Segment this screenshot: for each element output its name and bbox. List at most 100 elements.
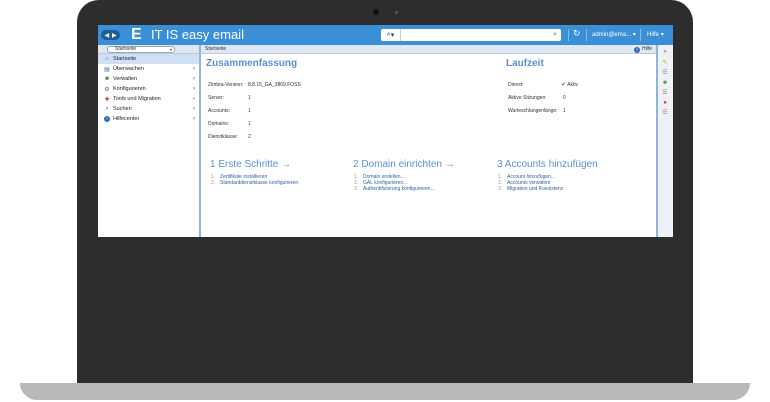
runtime-label: Dienst:: [508, 82, 524, 88]
breadcrumb-dropdown[interactable]: Startseite ▾: [107, 46, 175, 53]
step-3-list: 1. Account hinzufügen... 2. Accounts verwa…: [498, 174, 563, 192]
help-label: Hilfe: [641, 46, 652, 52]
gear-icon: ⚙: [104, 86, 110, 93]
tasks-icon[interactable]: ☰: [661, 69, 669, 77]
user-menu[interactable]: admin@ema... ▾: [592, 25, 636, 45]
chevron-right-icon: ›: [193, 106, 195, 112]
brand-name: IT IS easy email: [151, 27, 244, 42]
chevron-right-icon: ›: [193, 66, 195, 72]
check-icon: ✔: [561, 82, 567, 88]
step-1-title: 1 Erste Schritte →: [210, 159, 292, 170]
step-1-list: 1. Zertifikate installieren 2. Standarddie…: [211, 174, 298, 186]
search-type-dropdown[interactable]: ⌕ ▾: [381, 29, 401, 41]
user-name: admin@ema...: [592, 32, 632, 38]
main-content: Startseite ? Hilfe Zusammenfassung Zimbr…: [201, 45, 656, 237]
sidebar-item-ueberwachen[interactable]: ▤ Überwachen ›: [98, 64, 199, 74]
sidebar-item-tools[interactable]: ✚ Tools und Migration ›: [98, 94, 199, 104]
sidebar-header: Startseite ▾: [98, 45, 199, 54]
help-icon: ?: [103, 116, 111, 123]
alert-icon[interactable]: ●: [661, 99, 669, 107]
step-2-title: 2 Domain einrichten →: [353, 159, 455, 170]
sidebar-item-verwalten[interactable]: ☻ Verwalten ›: [98, 74, 199, 84]
logo-icon: E: [131, 26, 142, 43]
forward-icon[interactable]: ▶: [112, 32, 117, 39]
breadcrumb-label: Startseite: [115, 46, 137, 52]
chevron-down-icon: ▾: [390, 32, 395, 39]
sidebar-item-hilfecenter[interactable]: ? Hilfecenter ›: [98, 114, 199, 124]
camera-led-icon: [395, 11, 398, 14]
search-input[interactable]: [401, 30, 549, 40]
sidebar-item-startseite[interactable]: ⌂ Startseite: [98, 54, 199, 64]
notes-icon[interactable]: ✎: [661, 59, 669, 67]
summary-title: Zusammenfassung: [206, 58, 298, 69]
sidebar-item-label: Verwalten: [113, 76, 138, 82]
history-nav[interactable]: ◀ ▶: [101, 30, 120, 40]
chevron-down-icon: ▾: [169, 47, 172, 52]
right-toolbar: » ✎ ☰ ☻ ☰ ● ☰: [656, 45, 673, 237]
sidebar-item-konfigurieren[interactable]: ⚙ Konfigurieren ›: [98, 84, 199, 94]
summary-label: Server:: [208, 95, 225, 101]
summary-value: 1: [248, 95, 251, 101]
divider: [568, 29, 569, 41]
search-box: ⌕ ▾ ⌕: [381, 29, 561, 41]
summary-label: Zimbra-Version:: [208, 82, 244, 88]
camera-icon: [373, 9, 379, 15]
screen: ◀ ▶ E IT IS easy email ⌕ ▾ ⌕ ↻ admin@ema…: [98, 25, 673, 237]
monitor-icon: ▤: [104, 66, 110, 73]
refresh-icon[interactable]: ↻: [573, 28, 581, 39]
step-link[interactable]: Migration und Koexistenz: [507, 186, 563, 192]
chevron-down-icon: ▾: [632, 32, 636, 38]
search-icon: ⌕: [105, 105, 109, 112]
sidebar-item-label: Startseite: [113, 56, 137, 62]
list-item[interactable]: 2. Standarddienstklasse konfigurieren: [211, 180, 298, 186]
runtime-label: Warteschlangenlänge:: [508, 108, 558, 114]
summary-value: 1: [248, 108, 251, 114]
runtime-value: 1: [563, 108, 566, 114]
users-icon: ☻: [103, 76, 111, 82]
sidebar-item-label: Tools und Migration: [113, 96, 161, 102]
summary-value: 2: [248, 134, 251, 140]
top-bar: ◀ ▶ E IT IS easy email ⌕ ▾ ⌕ ↻ admin@ema…: [98, 25, 673, 45]
divider: [640, 29, 641, 41]
summary-label: Accounts:: [208, 108, 230, 114]
list-icon[interactable]: ☰: [661, 89, 669, 97]
list-item[interactable]: 3. Authentifizierung konfigurieren...: [354, 186, 435, 192]
service-status-text: Aktiv: [567, 82, 578, 88]
help-button[interactable]: ? Hilfe: [633, 45, 652, 54]
step-link[interactable]: Standarddienstklasse konfigurieren: [220, 180, 298, 186]
chevron-right-icon: ›: [193, 96, 195, 102]
help-circle-icon: ?: [104, 116, 110, 122]
chevron-down-icon: ▾: [660, 32, 664, 38]
help-icon: ?: [633, 46, 640, 53]
content-header: Startseite ? Hilfe: [201, 45, 656, 54]
breadcrumb: Startseite: [205, 46, 227, 52]
list-item[interactable]: 3. Migration und Koexistenz: [498, 186, 563, 192]
runtime-value: 0: [563, 95, 566, 101]
chevron-right-icon: ›: [193, 76, 195, 82]
search-icon[interactable]: ⌕: [549, 31, 561, 39]
help-menu[interactable]: Hilfe ▾: [647, 25, 664, 45]
step-2-list: 1. Domain erstellen... 2. GAL konfiguriere…: [354, 174, 435, 192]
chevron-right-icon: ›: [193, 116, 195, 122]
users-icon[interactable]: ☻: [661, 79, 669, 87]
summary-value: 1: [248, 121, 251, 127]
sidebar-item-suchen[interactable]: ⌕ Suchen ›: [98, 104, 199, 114]
summary-value: 8.8.15_GA_3869.FOSS: [248, 82, 301, 88]
sidebar-item-label: Konfigurieren: [113, 86, 146, 92]
divider: [586, 29, 587, 41]
runtime-label: Aktive Sitzungen:: [508, 95, 547, 101]
runtime-title: Laufzeit: [506, 58, 544, 69]
step-3-title: 3 Accounts hinzufügen: [497, 159, 598, 170]
step-link[interactable]: Authentifizierung konfigurieren...: [363, 186, 435, 192]
collapse-icon[interactable]: »: [661, 48, 669, 56]
home-icon: ⌂: [105, 56, 109, 62]
summary-label: Dienstklasse:: [208, 134, 238, 140]
summary-label: Domains:: [208, 121, 230, 127]
details-icon[interactable]: ☰: [661, 109, 669, 117]
sidebar: Startseite ▾ ⌂ Startseite ▤ Überwachen ›…: [98, 45, 201, 237]
sidebar-item-label: Suchen: [113, 106, 132, 112]
back-icon[interactable]: ◀: [104, 32, 109, 39]
laptop-base: [20, 383, 750, 400]
toolbox-icon: ✚: [104, 96, 110, 103]
sidebar-item-label: Überwachen: [113, 66, 144, 72]
